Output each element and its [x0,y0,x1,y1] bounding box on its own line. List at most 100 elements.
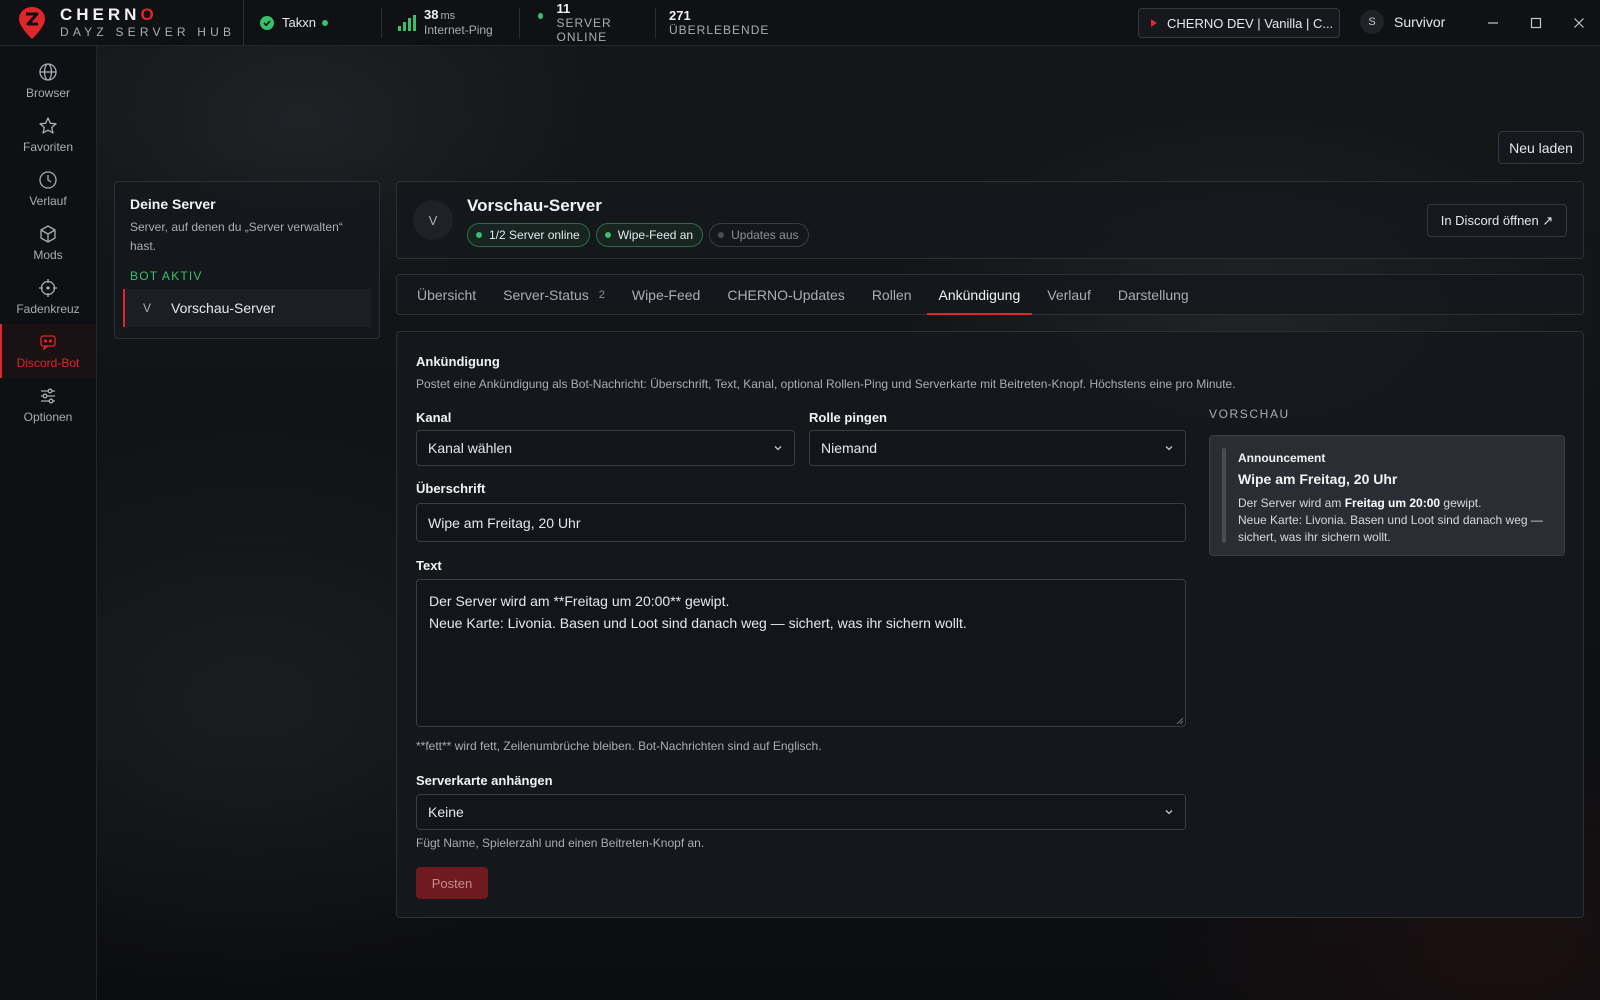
sidebar-item-fadenkreuz[interactable]: Fadenkreuz [0,270,96,324]
embed-title: Wipe am Freitag, 20 Uhr [1238,471,1398,487]
tab-ankuendigung[interactable]: Ankündigung [926,275,1033,315]
embed-body: Der Server wird am Freitag um 20:00 gewi… [1238,496,1543,544]
minimize-icon [1488,22,1498,24]
status-badge: Updates aus [709,223,809,247]
status-badge: 1/2 Server online [467,223,590,247]
sidebar-item-label: Favoriten [22,140,74,154]
close-button[interactable] [1570,14,1588,32]
servers-online-value: 11 [556,0,571,16]
sidebar-item-label: Fadenkreuz [16,302,80,316]
servers-online-label: SERVER ONLINE [556,15,612,44]
maximize-icon [1530,17,1542,29]
top-bar: CHERNO DAYZ SERVER HUB Takxn 38 ms Intern… [0,0,1600,46]
section-title: Ankündigung [416,354,500,369]
tab-bar: Übersicht Server-Status 2 Wipe-Feed CHERN… [396,274,1584,315]
sidebar-item-label: Verlauf [29,194,67,208]
announcement-card: Ankündigung Postet eine Ankündigung als … [396,331,1584,918]
online-dot [321,19,328,26]
servers-online-stat: 11 SERVER ONLINE [520,1,656,44]
role-label: Rolle pingen [809,410,887,425]
app-logo: CHERNO DAYZ SERVER HUB [0,0,244,46]
channel-select[interactable]: Kanal wählen [416,430,795,466]
steam-user-chip[interactable]: Takxn [244,7,382,38]
post-button[interactable]: Posten [416,867,488,899]
text-textarea[interactable]: Der Server wird am **Freitag um 20:00** … [416,579,1186,727]
ping-stat: 38 ms Internet-Ping [382,7,520,38]
close-icon [1574,18,1584,28]
tab-server-status[interactable]: Server-Status 2 [491,275,617,314]
play-icon [1151,19,1157,27]
tab-wipe-feed[interactable]: Wipe-Feed [620,275,712,314]
server-avatar: V [413,200,453,240]
status-badge: Wipe-Feed an [595,223,704,247]
server-initial: V [143,301,152,315]
open-in-discord-button[interactable]: In Discord öffnen ↗ [1427,204,1567,237]
role-select[interactable]: Niemand [809,430,1186,466]
tab-cherno-updates[interactable]: CHERNO-Updates [715,275,856,314]
logo-subtitle: DAYZ SERVER HUB [60,24,236,39]
ping-unit: ms [440,10,456,22]
profile-name: Survivor [1394,14,1446,30]
profile-menu[interactable]: S Survivor [1360,10,1445,34]
sidebar-item-mods[interactable]: Mods [0,216,96,270]
sidebar-item-discord-bot[interactable]: Discord-Bot [0,324,96,378]
heading-input[interactable]: Wipe am Freitag, 20 Uhr [416,503,1186,542]
text-label: Text [416,558,442,573]
signal-icon [398,14,416,31]
server-card-hint: Fügt Name, Spielerzahl und einen Beitret… [416,836,705,850]
tab-count-badge: 2 [598,288,605,301]
bot-icon [40,335,56,351]
section-description: Postet eine Ankündigung als Bot-Nachrich… [416,377,1236,391]
user-name: Takxn [282,15,316,30]
avatar: S [1360,10,1384,34]
sidebar-item-label: Discord-Bot [16,356,80,370]
logo-name: CHERNO [60,4,158,24]
embed-accent-bar [1222,448,1226,543]
sidebar-item-label: Browser [25,86,70,100]
online-dot [538,12,543,19]
active-server-select[interactable]: CHERNO DEV | Vanilla | C... [1138,8,1340,38]
embed-author: Announcement [1238,451,1326,465]
server-header: V Vorschau-Server 1/2 Server online Wipe… [396,181,1584,259]
ping-value: 38 [424,7,439,22]
cube-icon [40,225,56,243]
sidebar-item-verlauf[interactable]: Verlauf [0,162,96,216]
server-list-item[interactable]: V Vorschau-Server [123,289,371,327]
channel-label: Kanal [416,410,452,425]
tab-uebersicht[interactable]: Übersicht [405,275,488,314]
sidebar-item-optionen[interactable]: Optionen [0,378,96,432]
preview-label: VORSCHAU [1209,407,1290,421]
globe-icon [39,63,57,81]
check-icon [260,15,274,30]
server-title: Vorschau-Server [467,196,602,215]
my-servers-panel: Deine Server Server, auf denen du „Serve… [114,181,380,339]
discord-embed-preview: Announcement Wipe am Freitag, 20 Uhr Der… [1209,435,1565,556]
server-card-label: Serverkarte anhängen [416,773,553,788]
sidebar: Browser Favoriten Verlauf Mods Fadenkreu… [0,46,97,1000]
server-name: Vorschau-Server [171,300,276,316]
tab-verlauf[interactable]: Verlauf [1035,275,1103,314]
survivors-stat: 271 ÜBERLEBENDE [656,8,785,38]
star-icon [39,117,57,134]
bot-status-label: BOT AKTIV [130,269,203,283]
sliders-icon [41,388,55,404]
panel-description: Server, auf denen du „Server verwalten“ … [130,220,343,253]
server-card-select[interactable]: Keine [416,794,1186,830]
active-server-name: CHERNO DEV | Vanilla | C... [1167,15,1334,31]
heading-label: Überschrift [416,481,486,496]
crosshair-icon [39,279,57,297]
sidebar-item-label: Optionen [23,410,73,424]
sidebar-item-favoriten[interactable]: Favoriten [0,108,96,162]
tab-darstellung[interactable]: Darstellung [1106,275,1201,314]
resize-handle-icon[interactable] [1176,717,1184,725]
clock-icon [39,171,57,189]
maximize-button[interactable] [1527,14,1545,32]
sidebar-item-browser[interactable]: Browser [0,54,96,108]
chevron-down-icon [1165,810,1173,815]
chevron-down-icon [1165,446,1173,451]
tab-rollen[interactable]: Rollen [860,275,924,314]
reload-button[interactable]: Neu laden [1498,131,1584,164]
text-hint: **fett** wird fett, Zeilenumbrüche bleib… [416,739,822,753]
minimize-button[interactable] [1484,14,1502,32]
chevron-down-icon [774,446,782,451]
